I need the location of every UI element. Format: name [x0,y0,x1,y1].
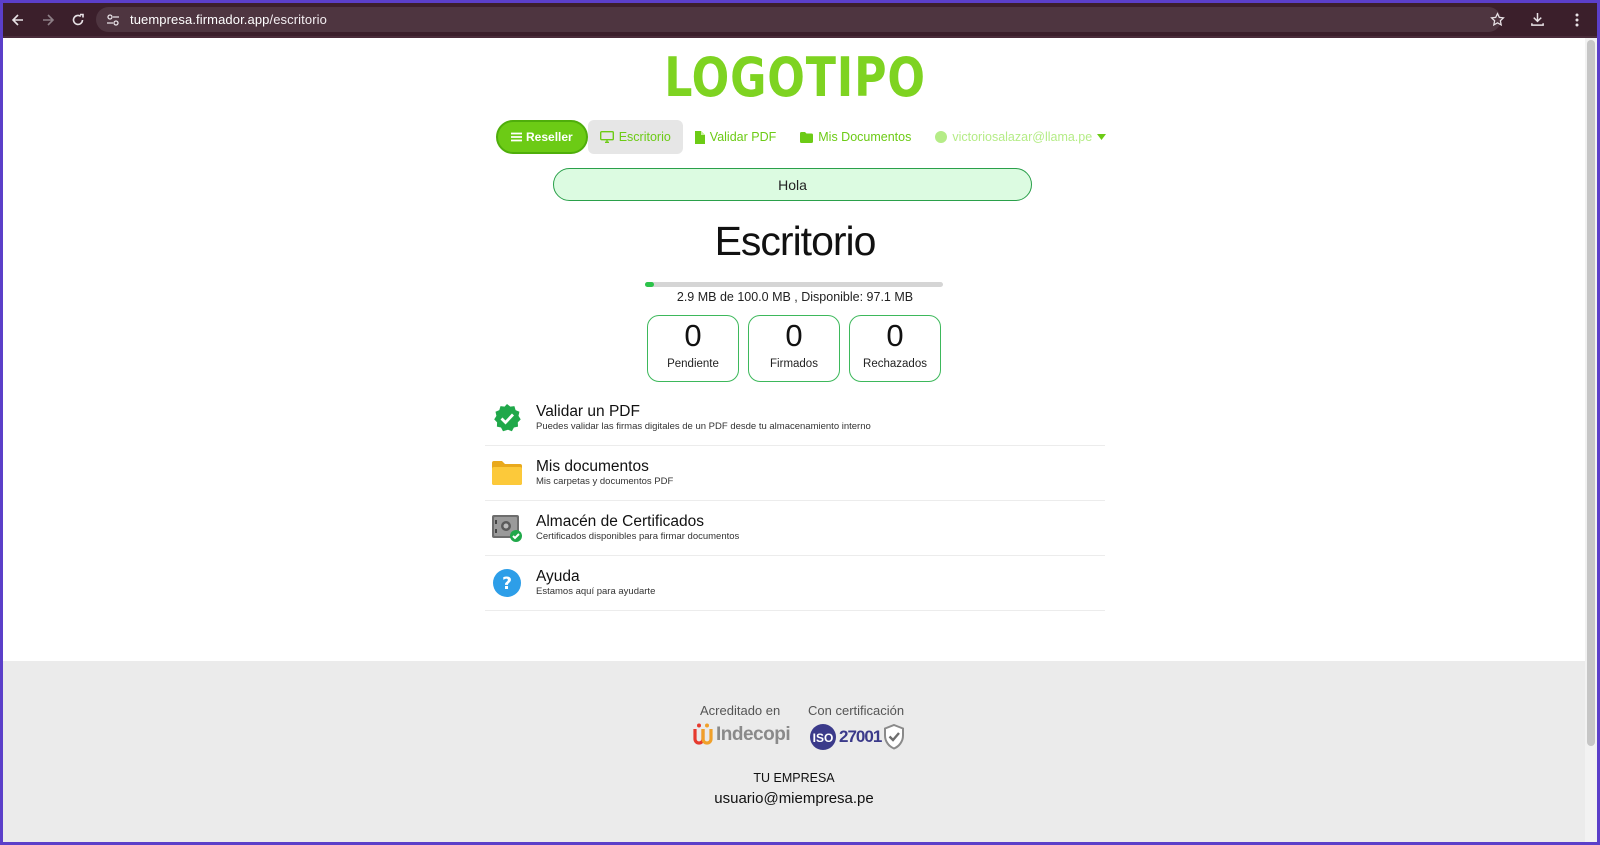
greeting-banner: Hola [553,168,1032,201]
stat-card-pendiente[interactable]: 0 Pendiente [647,315,739,382]
footer-email[interactable]: usuario@miempresa.pe [3,790,1585,807]
certification-label: Con certificación [808,703,905,718]
nav-documentos-label: Mis Documentos [818,130,912,144]
page-content: LOGOTIPO Reseller Escritorio Validar PDF… [3,38,1597,842]
menu-item-title: Almacén de Certificados [536,513,704,530]
more-vertical-icon [1575,13,1579,26]
user-email: victoriosalazar@llama.pe [952,130,1093,144]
user-avatar-icon [935,131,948,143]
stat-label: Firmados [770,358,818,370]
storage-progress-bar [645,282,943,287]
reseller-label: Reseller [526,130,573,144]
browser-menu-button[interactable] [1557,3,1597,36]
reload-button[interactable] [63,5,93,35]
forward-button[interactable] [33,5,63,35]
menu-item-subtitle: Estamos aquí para ayudarte [536,586,656,597]
page-title: Escritorio [714,218,877,264]
file-icon [694,130,705,144]
user-menu[interactable]: victoriosalazar@llama.pe [923,120,1118,154]
stat-card-rechazados[interactable]: 0 Rechazados [849,315,941,382]
back-arrow-icon [11,13,23,26]
url-path: /escritorio [269,12,327,27]
nav-escritorio-label: Escritorio [618,130,671,144]
indecopi-wordmark: Indecopi [716,724,791,745]
site-settings-icon[interactable] [104,11,122,29]
indecopi-mark-icon [693,723,713,745]
stats-row: 0 Pendiente 0 Firmados 0 Rechazados [647,315,941,382]
browser-window: tuempresa.firmador.app/escritorio LOGOTI… [3,3,1597,842]
footer: Acreditado en Con certificación Indecopi… [3,661,1585,842]
iso-circle-icon: ISO [810,724,836,750]
dashboard-menu: Validar un PDF Puedes validar las firmas … [485,391,1105,611]
stat-value: 0 [886,318,904,353]
top-navigation: Reseller Escritorio Validar PDF Mis Docu… [496,120,1118,154]
footer-company: TU EMPRESA [753,771,835,785]
verified-check-icon [491,402,523,434]
forward-arrow-icon [43,13,55,26]
star-icon [1489,12,1505,27]
menu-item-validar-pdf[interactable]: Validar un PDF Puedes validar las firmas … [485,391,1105,446]
stat-value: 0 [684,318,702,353]
caret-down-icon [1097,134,1107,140]
menu-item-almacen-certificados[interactable]: Almacén de Certificados Certificados disp… [485,501,1105,556]
vertical-scrollbar[interactable] [1585,38,1597,842]
menu-item-title: Validar un PDF [536,403,640,420]
folder-icon [491,457,523,489]
menu-item-text: Validar un PDF Puedes validar las firmas … [536,403,871,433]
menu-item-title: Ayuda [536,568,580,585]
nav-escritorio[interactable]: Escritorio [587,120,683,154]
logo[interactable]: LOGOTIPO [146,46,1445,109]
menu-item-title: Mis documentos [536,458,649,475]
reseller-button[interactable]: Reseller [496,120,588,154]
stat-card-firmados[interactable]: 0 Firmados [748,315,840,382]
scrollbar-thumb[interactable] [1587,40,1595,746]
iso-number: 27001 [839,727,882,746]
menu-item-text: Almacén de Certificados Certificados disp… [536,513,739,543]
downloads-button[interactable] [1517,3,1557,36]
menu-item-ayuda[interactable]: ? Ayuda Estamos aquí para ayudarte [485,556,1105,611]
nav-mis-documentos[interactable]: Mis Documentos [788,120,923,154]
download-icon [1530,12,1544,26]
menu-item-subtitle: Certificados disponibles para firmar doc… [536,531,740,542]
nav-validar-pdf[interactable]: Validar PDF [683,120,788,154]
iso-badge-text: ISO [813,731,834,745]
storage-progress-fill [645,282,654,287]
safe-icon [491,512,523,544]
nav-validar-label: Validar PDF [709,130,777,144]
menu-item-subtitle: Puedes validar las firmas digitales de u… [536,421,871,432]
stat-label: Pendiente [667,358,719,370]
folder-small-icon [800,131,814,143]
svg-text:?: ? [502,574,512,594]
menu-item-text: Ayuda Estamos aquí para ayudarte [536,568,655,598]
accredited-label: Acreditado en [700,703,781,718]
menu-item-text: Mis documentos Mis carpetas y documentos … [536,458,673,488]
bookmark-star-button[interactable] [1477,3,1517,36]
menu-item-subtitle: Mis carpetas y documentos PDF [536,476,674,487]
help-icon: ? [491,567,523,599]
desktop-icon [599,131,614,143]
browser-toolbar: tuempresa.firmador.app/escritorio [3,3,1597,36]
address-bar[interactable]: tuempresa.firmador.app/escritorio [96,7,1501,32]
back-button[interactable] [3,5,33,35]
url-host: tuempresa.firmador.app [130,12,270,27]
menu-bars-icon [511,132,522,142]
stat-label: Rechazados [863,358,927,370]
storage-text: 2.9 MB de 100.0 MB , Disponible: 97.1 MB [676,290,914,304]
url-text: tuempresa.firmador.app/escritorio [130,12,327,27]
reload-icon [72,13,84,25]
stat-value: 0 [785,318,803,353]
shield-check-icon [884,724,905,750]
indecopi-logo: Indecopi [693,723,791,747]
menu-item-mis-documentos[interactable]: Mis documentos Mis carpetas y documentos … [485,446,1105,501]
iso-27001-logo: ISO 27001 [809,723,905,751]
